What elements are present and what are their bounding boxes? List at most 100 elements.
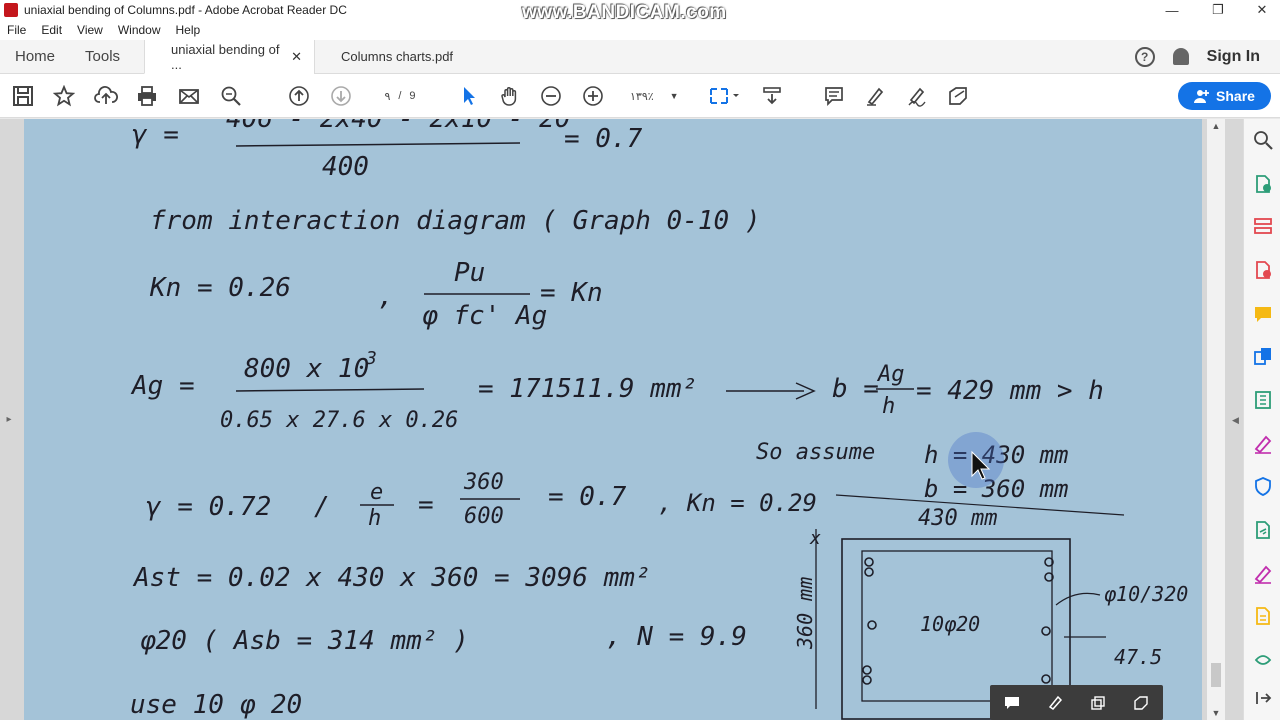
note-text: e <box>370 480 383 505</box>
scroll-down-icon[interactable]: ▼ <box>1207 708 1225 718</box>
save-icon[interactable] <box>11 84 35 108</box>
menu-file[interactable]: File <box>0 23 34 37</box>
floating-comment-toolbar <box>990 685 1163 720</box>
email-icon[interactable] <box>177 84 201 108</box>
highlighter-icon[interactable] <box>1047 695 1063 711</box>
pdf-page: γ = 406 - 2x40 - 2x10 - 20 = 0.7 400 fro… <box>24 119 1202 720</box>
figure-top-dimension: 430 mm <box>918 506 997 531</box>
search-icon[interactable] <box>219 84 243 108</box>
minimize-button[interactable]: — <box>1150 0 1194 20</box>
zoom-out-icon[interactable] <box>539 84 563 108</box>
note-text: 406 - 2x40 - 2x10 - 20 <box>226 119 570 134</box>
close-window-button[interactable]: ✕ <box>1240 0 1280 20</box>
note-text: Ag <box>876 362 905 387</box>
figure-cover-label: 47.5 <box>1114 645 1162 669</box>
fill-sign-tool-icon[interactable] <box>1252 433 1274 455</box>
menu-window[interactable]: Window <box>111 23 169 37</box>
page-current: ٩ <box>384 90 391 103</box>
cloud-upload-icon[interactable] <box>94 84 118 108</box>
mouse-cursor-highlight <box>948 432 1004 488</box>
hand-tool-icon[interactable] <box>498 84 522 108</box>
print-icon[interactable] <box>135 84 159 108</box>
restore-button[interactable]: ❐ <box>1196 0 1240 20</box>
note-text: b = <box>832 374 879 404</box>
right-tools-pane: ◀ <box>1232 119 1280 720</box>
protect-shield-icon[interactable] <box>1252 475 1274 497</box>
note-text: Ast = 0.02 x 430 x 360 = 3096 mm² <box>132 563 651 593</box>
collapse-pane-icon[interactable] <box>1252 687 1274 709</box>
scroll-mode-icon[interactable] <box>760 84 784 108</box>
expand-left-panel-icon[interactable]: ▸ <box>0 119 18 720</box>
sign-in-button[interactable]: Sign In <box>1207 48 1260 66</box>
highlight-pen-icon[interactable] <box>863 84 887 108</box>
export-pdf-icon[interactable] <box>1252 173 1274 195</box>
note-text: = 171511.9 mm² <box>478 374 697 404</box>
page-separator: / <box>398 90 402 102</box>
note-text: h <box>882 394 895 419</box>
sticky-note-icon[interactable] <box>1004 695 1020 711</box>
note-text: use 10 φ 20 <box>130 690 302 720</box>
collapse-right-pane-icon[interactable]: ◀ <box>1232 415 1239 426</box>
help-icon[interactable]: ? <box>1134 46 1155 67</box>
note-text: 400 <box>322 152 369 182</box>
note-text: φ20 ( Asb = 314 mm² ) <box>140 626 469 656</box>
menu-view[interactable]: View <box>70 23 111 37</box>
select-cursor-icon[interactable] <box>456 84 480 108</box>
tab-document[interactable]: Columns charts.pdf <box>314 40 484 73</box>
previous-page-icon[interactable] <box>287 84 311 108</box>
scrollbar-thumb[interactable] <box>1211 663 1221 687</box>
note-text: 360 <box>463 470 504 495</box>
note-text: = Kn <box>540 278 603 308</box>
note-text: , Kn = 0.29 <box>658 489 817 517</box>
comment-tool-icon[interactable] <box>1252 303 1274 325</box>
zoom-dropdown[interactable]: ١٣٩٪ ▼ <box>630 85 690 107</box>
draw-sign-icon[interactable] <box>905 84 929 108</box>
figure-bar-label: 10φ20 <box>920 612 980 636</box>
send-review-icon[interactable] <box>1252 519 1274 541</box>
note-text: h <box>368 506 381 531</box>
next-page-icon[interactable] <box>329 84 353 108</box>
note-text: , <box>378 282 394 312</box>
note-text: Pu <box>454 258 485 288</box>
fill-sign-icon[interactable] <box>946 84 970 108</box>
rich-media-icon[interactable] <box>1252 649 1274 671</box>
note-text: 800 x 10 <box>244 354 369 384</box>
scan-icon[interactable] <box>1252 605 1274 627</box>
combine-files-icon[interactable] <box>1252 345 1274 367</box>
more-tools-icon[interactable] <box>1133 695 1149 711</box>
zoom-search-icon[interactable] <box>1252 129 1274 151</box>
menu-edit[interactable]: Edit <box>34 23 70 37</box>
note-text: from interaction diagram ( Graph 0-10 ) <box>150 206 760 236</box>
acrobat-icon <box>4 3 18 17</box>
bookmark-star-icon[interactable] <box>52 84 76 108</box>
zoom-in-icon[interactable] <box>581 84 605 108</box>
note-text: γ = <box>132 120 179 150</box>
close-tab-icon[interactable]: ✕ <box>291 49 302 65</box>
copy-icon[interactable] <box>1090 695 1106 711</box>
tab-home[interactable]: Home <box>0 40 70 73</box>
vertical-scrollbar[interactable]: ▲ ▼ <box>1207 119 1225 720</box>
organize-pages-icon[interactable] <box>1252 215 1274 237</box>
note-text: = <box>418 490 434 520</box>
share-button[interactable]: Share <box>1178 82 1271 110</box>
menu-bar: File Edit View Window Help <box>0 20 1280 40</box>
create-pdf-icon[interactable] <box>1252 259 1274 281</box>
note-text: φ fc' Ag <box>422 301 547 331</box>
menu-help[interactable]: Help <box>169 23 209 37</box>
comment-icon[interactable] <box>822 84 846 108</box>
chevron-down-icon: ▼ <box>669 91 679 101</box>
edit-sign-icon[interactable] <box>1252 563 1274 585</box>
tab-document-label: uniaxial bending of ... <box>171 41 280 72</box>
share-people-icon <box>1194 90 1210 103</box>
notification-bell-icon[interactable] <box>1172 48 1189 65</box>
page-fit-icon[interactable] <box>708 84 742 108</box>
tab-document-active[interactable]: uniaxial bending of ... ✕ <box>144 40 315 74</box>
page-number-field[interactable]: ٩ / 9 <box>370 85 430 107</box>
compress-icon[interactable] <box>1252 389 1274 411</box>
figure-x-mark: x <box>809 528 821 549</box>
figure-side-dimension: 360 mm <box>793 577 817 650</box>
scroll-up-icon[interactable]: ▲ <box>1207 121 1225 131</box>
tab-tools[interactable]: Tools <box>70 40 144 73</box>
share-label: Share <box>1216 88 1255 104</box>
title-bar: uniaxial bending of Columns.pdf - Adobe … <box>0 0 1280 23</box>
